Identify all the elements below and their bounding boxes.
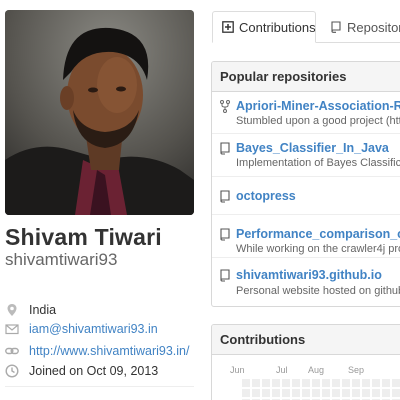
repo-name[interactable]: shivamtiwari93.github.io	[236, 268, 382, 282]
contributions-icon	[222, 21, 234, 33]
repo-icon	[220, 269, 230, 282]
month-label: Aug	[308, 365, 325, 375]
joined-text: Joined on Oct 09, 2013	[29, 364, 159, 378]
location-text: India	[29, 303, 57, 317]
contribution-day	[392, 389, 400, 397]
month-label: Jul	[276, 365, 288, 375]
profile-full-name: Shivam Tiwari	[5, 224, 162, 250]
contribution-months: Jun Jul Aug Sep	[212, 365, 400, 377]
profile-website[interactable]: http://www.shivamtiwari93.in/	[5, 342, 205, 360]
repo-description: Personal website hosted on github	[236, 285, 400, 297]
month-label: Sep	[348, 365, 365, 375]
contribution-day	[352, 379, 360, 387]
contribution-day	[282, 379, 290, 387]
repo-name[interactable]: Bayes_Classifier_In_Java	[236, 141, 389, 155]
repo-icon	[331, 21, 341, 33]
contribution-day	[392, 379, 400, 387]
contribution-day	[282, 389, 290, 397]
contribution-day	[252, 389, 260, 397]
repo-description: While working on the crawler4j proje	[236, 243, 400, 255]
contribution-day	[292, 379, 300, 387]
contribution-day	[242, 379, 250, 387]
contribution-day	[382, 379, 390, 387]
mail-icon	[5, 324, 19, 335]
contribution-day	[372, 389, 380, 397]
repo-name[interactable]: Performance_comparison_of_crawlers	[236, 227, 400, 241]
website-link[interactable]: http://www.shivamtiwari93.in/	[29, 344, 189, 358]
contribution-day	[262, 379, 270, 387]
tab-repositories-label: Repositories	[347, 19, 400, 35]
repo-description: Stumbled upon a good project (https	[236, 115, 400, 127]
repo-item[interactable]: Apriori-Miner-Association-Rules Stumbled…	[212, 93, 400, 134]
contribution-day	[342, 389, 350, 397]
contribution-day	[372, 379, 380, 387]
tab-repositories[interactable]: Repositories	[322, 11, 400, 43]
profile-email[interactable]: iam@shivamtiwari93.in	[5, 320, 205, 338]
contributions-title: Contributions	[212, 325, 400, 355]
contribution-day	[262, 389, 270, 397]
tab-contributions-label: Contributions	[239, 19, 316, 35]
contribution-day	[272, 379, 280, 387]
profile-avatar	[5, 10, 194, 215]
month-label: Jun	[230, 365, 245, 375]
repo-item[interactable]: Bayes_Classifier_In_Java Implementation …	[212, 134, 400, 177]
contribution-day	[332, 389, 340, 397]
popular-repos-box: Popular repositories Apriori-Miner-Assoc…	[211, 61, 400, 307]
tab-contributions[interactable]: Contributions	[212, 11, 316, 43]
contribution-day	[312, 389, 320, 397]
contribution-day	[362, 389, 370, 397]
repo-item[interactable]: Performance_comparison_of_crawlers While…	[212, 215, 400, 258]
location-icon	[7, 304, 17, 316]
repo-description: Implementation of Bayes Classificati	[236, 157, 400, 169]
contribution-day	[322, 379, 330, 387]
contribution-day	[322, 389, 330, 397]
contribution-day	[272, 389, 280, 397]
repo-name[interactable]: octopress	[236, 189, 296, 203]
contribution-day	[332, 379, 340, 387]
contributions-box: Contributions Jun Jul Aug Sep	[211, 324, 400, 400]
repo-icon	[220, 142, 230, 155]
profile-location: India	[5, 301, 205, 319]
contribution-day	[362, 379, 370, 387]
contribution-day	[242, 389, 250, 397]
contribution-day	[302, 379, 310, 387]
repo-icon	[220, 190, 230, 203]
contribution-day	[342, 379, 350, 387]
contribution-day	[252, 379, 260, 387]
contribution-day	[312, 379, 320, 387]
repo-icon	[220, 228, 230, 241]
fork-icon	[220, 100, 230, 113]
contribution-day	[382, 389, 390, 397]
repo-name[interactable]: Apriori-Miner-Association-Rules	[236, 99, 400, 113]
profile-username: shivamtiwari93	[5, 250, 118, 269]
popular-repos-title: Popular repositories	[212, 62, 400, 92]
repo-item[interactable]: octopress	[212, 177, 400, 215]
contribution-day	[352, 389, 360, 397]
email-link[interactable]: iam@shivamtiwari93.in	[29, 322, 158, 336]
left-divider	[5, 386, 194, 387]
repo-item[interactable]: shivamtiwari93.github.io Personal websit…	[212, 258, 400, 306]
link-icon	[5, 347, 19, 355]
contribution-day	[302, 389, 310, 397]
clock-icon	[5, 364, 19, 378]
contribution-calendar	[242, 379, 400, 400]
profile-joined: Joined on Oct 09, 2013	[5, 362, 205, 380]
avatar-photo	[5, 10, 194, 215]
contribution-day	[292, 389, 300, 397]
